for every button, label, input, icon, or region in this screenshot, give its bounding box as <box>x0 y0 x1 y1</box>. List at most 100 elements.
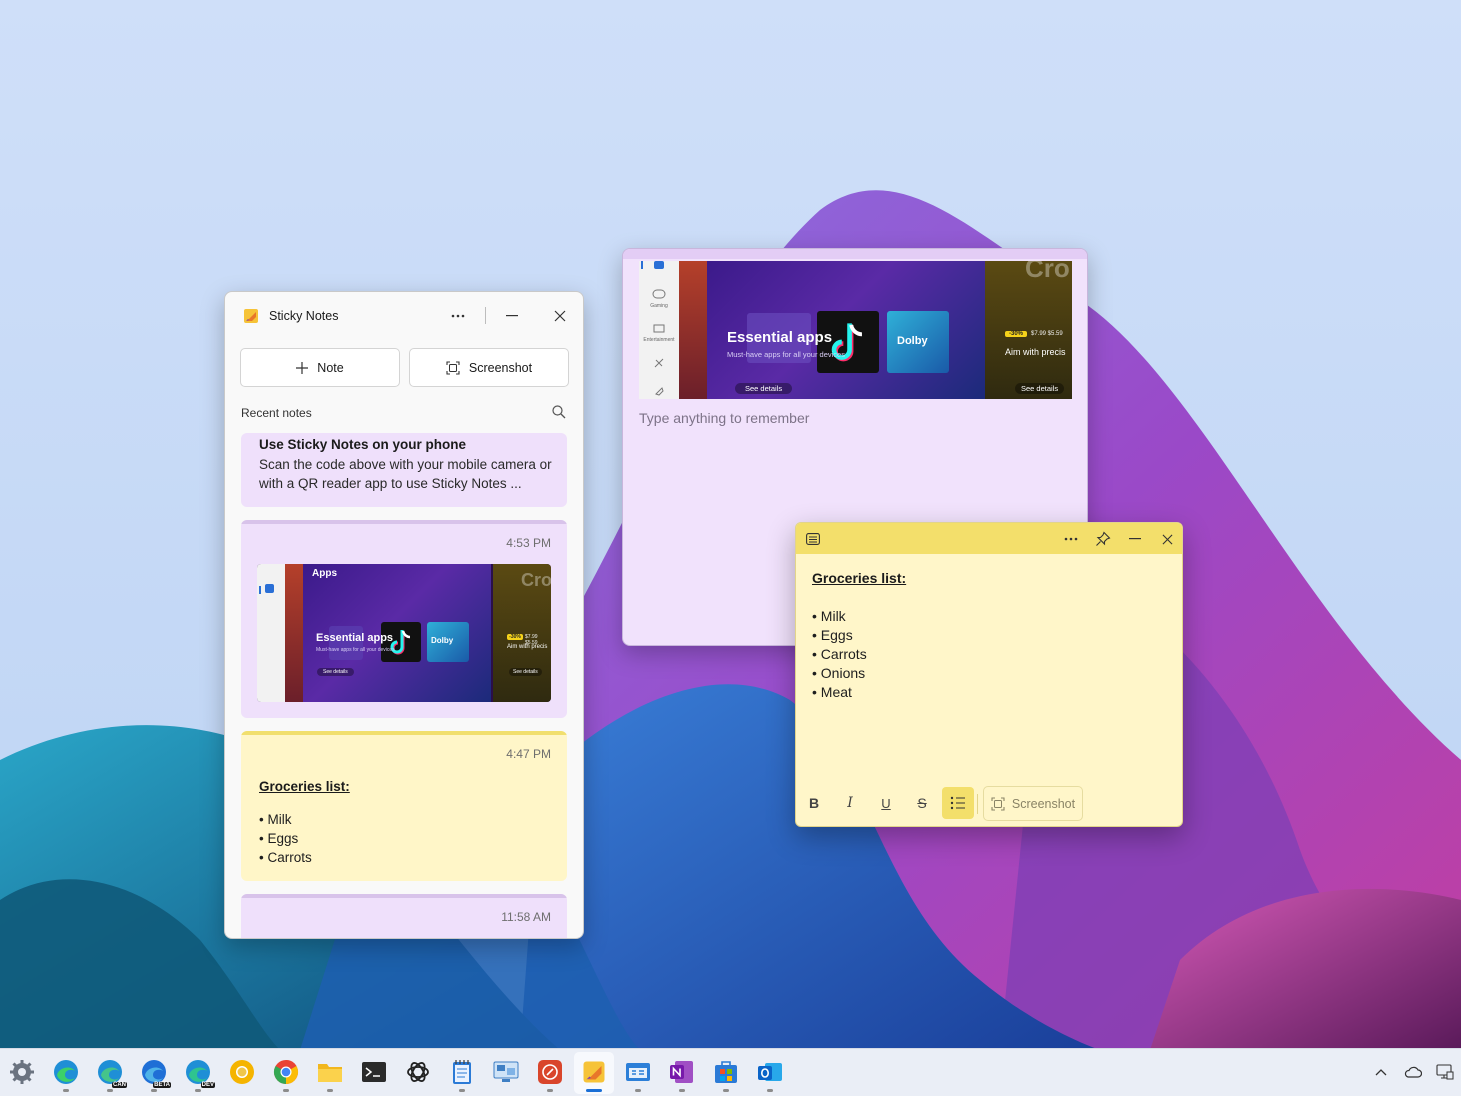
note-time: 4:53 PM <box>506 536 551 550</box>
taskbar-settings[interactable] <box>8 1058 36 1086</box>
notepad-icon <box>453 1060 471 1084</box>
plus-icon <box>296 361 309 374</box>
underline-icon: U <box>881 795 891 811</box>
taskbar-chrome-canary[interactable] <box>228 1058 256 1086</box>
bullet-list-button[interactable] <box>942 787 974 819</box>
dolby-label: Dolby <box>431 636 454 645</box>
network-button[interactable] <box>1435 1062 1455 1082</box>
running-indicator <box>547 1089 553 1092</box>
store-banner-left <box>679 261 707 399</box>
note-title: Use Sticky Notes on your phone <box>259 437 467 452</box>
chatgpt-icon <box>407 1062 429 1082</box>
note-text-input[interactable]: Type anything to remember <box>639 410 809 426</box>
taskbar-remote-desktop[interactable] <box>492 1058 520 1086</box>
note-card-screenshot[interactable]: 4:53 PM Apps Dolby Essential apps Must-h… <box>241 520 567 718</box>
store-sidebar: Gaming Entertainment <box>639 261 679 399</box>
essential-apps-title: Essential apps <box>316 632 394 644</box>
list-item: • Meat <box>812 684 852 700</box>
more-icon <box>1064 537 1078 541</box>
price-text: $7.99 $5.59 <box>1031 331 1063 337</box>
underline-button[interactable]: U <box>870 787 902 819</box>
close-button[interactable] <box>1154 526 1180 552</box>
new-note-button[interactable]: Note <box>240 348 400 387</box>
groceries-note-window: Groceries list: • Milk • Eggs • Carrots … <box>795 522 1183 827</box>
minimize-icon <box>506 315 518 317</box>
store-icon <box>715 1061 737 1083</box>
taskbar-file-explorer[interactable] <box>316 1058 344 1086</box>
chevron-up-icon <box>1375 1069 1387 1076</box>
edge-icon <box>54 1060 78 1084</box>
add-screenshot-button[interactable]: Screenshot <box>983 786 1083 821</box>
note-time: 11:58 AM <box>501 910 551 924</box>
dolby-tile: Dolby <box>427 622 469 662</box>
hub-titlebar[interactable]: Sticky Notes <box>225 292 583 338</box>
minimize-button[interactable] <box>1122 526 1148 552</box>
gaming-icon <box>652 289 666 299</box>
strikethrough-button[interactable]: S <box>906 787 938 819</box>
taskbar-outlook[interactable] <box>756 1058 784 1086</box>
note-titlebar[interactable] <box>623 249 1087 259</box>
taskbar: CAN BETA DEV <box>0 1048 1461 1096</box>
taskbar-edge-canary[interactable]: CAN <box>96 1058 127 1088</box>
list-item: • Milk <box>812 608 846 624</box>
onedrive-button[interactable] <box>1403 1062 1423 1082</box>
store-banner-right: Cro -30% $7.99 $5.59 Aim with precis See… <box>493 564 551 702</box>
italic-button[interactable]: I <box>834 787 866 819</box>
cro-text: Cro <box>1025 261 1070 283</box>
notes-list-button[interactable] <box>800 526 826 552</box>
taskbar-edge[interactable] <box>52 1058 80 1086</box>
dev-badge: DEV <box>200 1082 215 1088</box>
note-card-phone[interactable]: Use Sticky Notes on your phone Scan the … <box>241 433 567 507</box>
taskbar-chatgpt[interactable] <box>404 1058 432 1086</box>
note-editor[interactable]: Groceries list: • Milk • Eggs • Carrots … <box>812 569 906 702</box>
more-options-button[interactable] <box>443 301 473 331</box>
taskbar-remote-app[interactable] <box>536 1058 564 1086</box>
cloud-icon <box>1404 1066 1422 1078</box>
entertainment-label: Entertainment <box>643 337 675 343</box>
store-banner-left <box>285 564 303 702</box>
see-details-link: See details <box>735 383 793 394</box>
note-card-groceries[interactable]: 4:47 PM Groceries list: • Milk • Eggs • … <box>241 731 567 881</box>
running-indicator <box>195 1089 201 1092</box>
taskbar-chrome[interactable] <box>272 1058 300 1086</box>
app-title: Sticky Notes <box>269 309 339 323</box>
screenshot-icon <box>446 360 460 375</box>
aim-text: Aim with precis <box>1005 347 1066 357</box>
list-item: • Eggs <box>259 831 299 846</box>
close-icon <box>554 310 566 322</box>
minimize-button[interactable] <box>497 301 527 331</box>
bold-button[interactable]: B <box>798 787 830 819</box>
tools-icon <box>654 358 664 368</box>
gaming-label: Gaming <box>650 303 668 309</box>
taskbar-notepad[interactable] <box>448 1058 476 1086</box>
taskbar-store[interactable] <box>712 1058 740 1086</box>
essential-apps-title: Essential apps <box>727 329 833 346</box>
taskbar-sticky-notes[interactable] <box>580 1058 608 1086</box>
titlebar-separator <box>485 307 486 324</box>
taskbar-terminal[interactable] <box>360 1058 388 1086</box>
taskbar-windows-app[interactable] <box>624 1058 652 1086</box>
running-indicator <box>723 1089 729 1092</box>
see-details-link-2: See details <box>1015 383 1065 394</box>
taskbar-edge-beta[interactable]: BETA <box>140 1058 171 1088</box>
note-preview-text: Scan the code above with your mobile cam… <box>259 457 552 491</box>
strikethrough-icon: S <box>917 795 927 811</box>
running-indicator <box>283 1089 289 1092</box>
taskbar-onenote[interactable] <box>668 1058 696 1086</box>
close-button[interactable] <box>545 301 575 331</box>
note-card-1158[interactable]: 11:58 AM <box>241 894 567 938</box>
pin-button[interactable] <box>1090 526 1116 552</box>
menu-icon <box>806 533 820 545</box>
search-icon[interactable] <box>551 404 567 420</box>
remote-app-icon <box>538 1060 562 1084</box>
screenshot-label: Screenshot <box>468 360 533 375</box>
apps-label: Apps <box>312 568 337 579</box>
note-card-color-bar <box>241 520 567 524</box>
taskbar-edge-dev[interactable]: DEV <box>184 1058 215 1088</box>
running-indicator <box>679 1089 685 1092</box>
chrome-icon <box>273 1060 299 1084</box>
note-titlebar[interactable] <box>796 523 1182 554</box>
show-hidden-icons-button[interactable] <box>1371 1062 1391 1082</box>
more-options-button[interactable] <box>1058 526 1084 552</box>
screenshot-button[interactable]: Screenshot <box>409 348 569 387</box>
